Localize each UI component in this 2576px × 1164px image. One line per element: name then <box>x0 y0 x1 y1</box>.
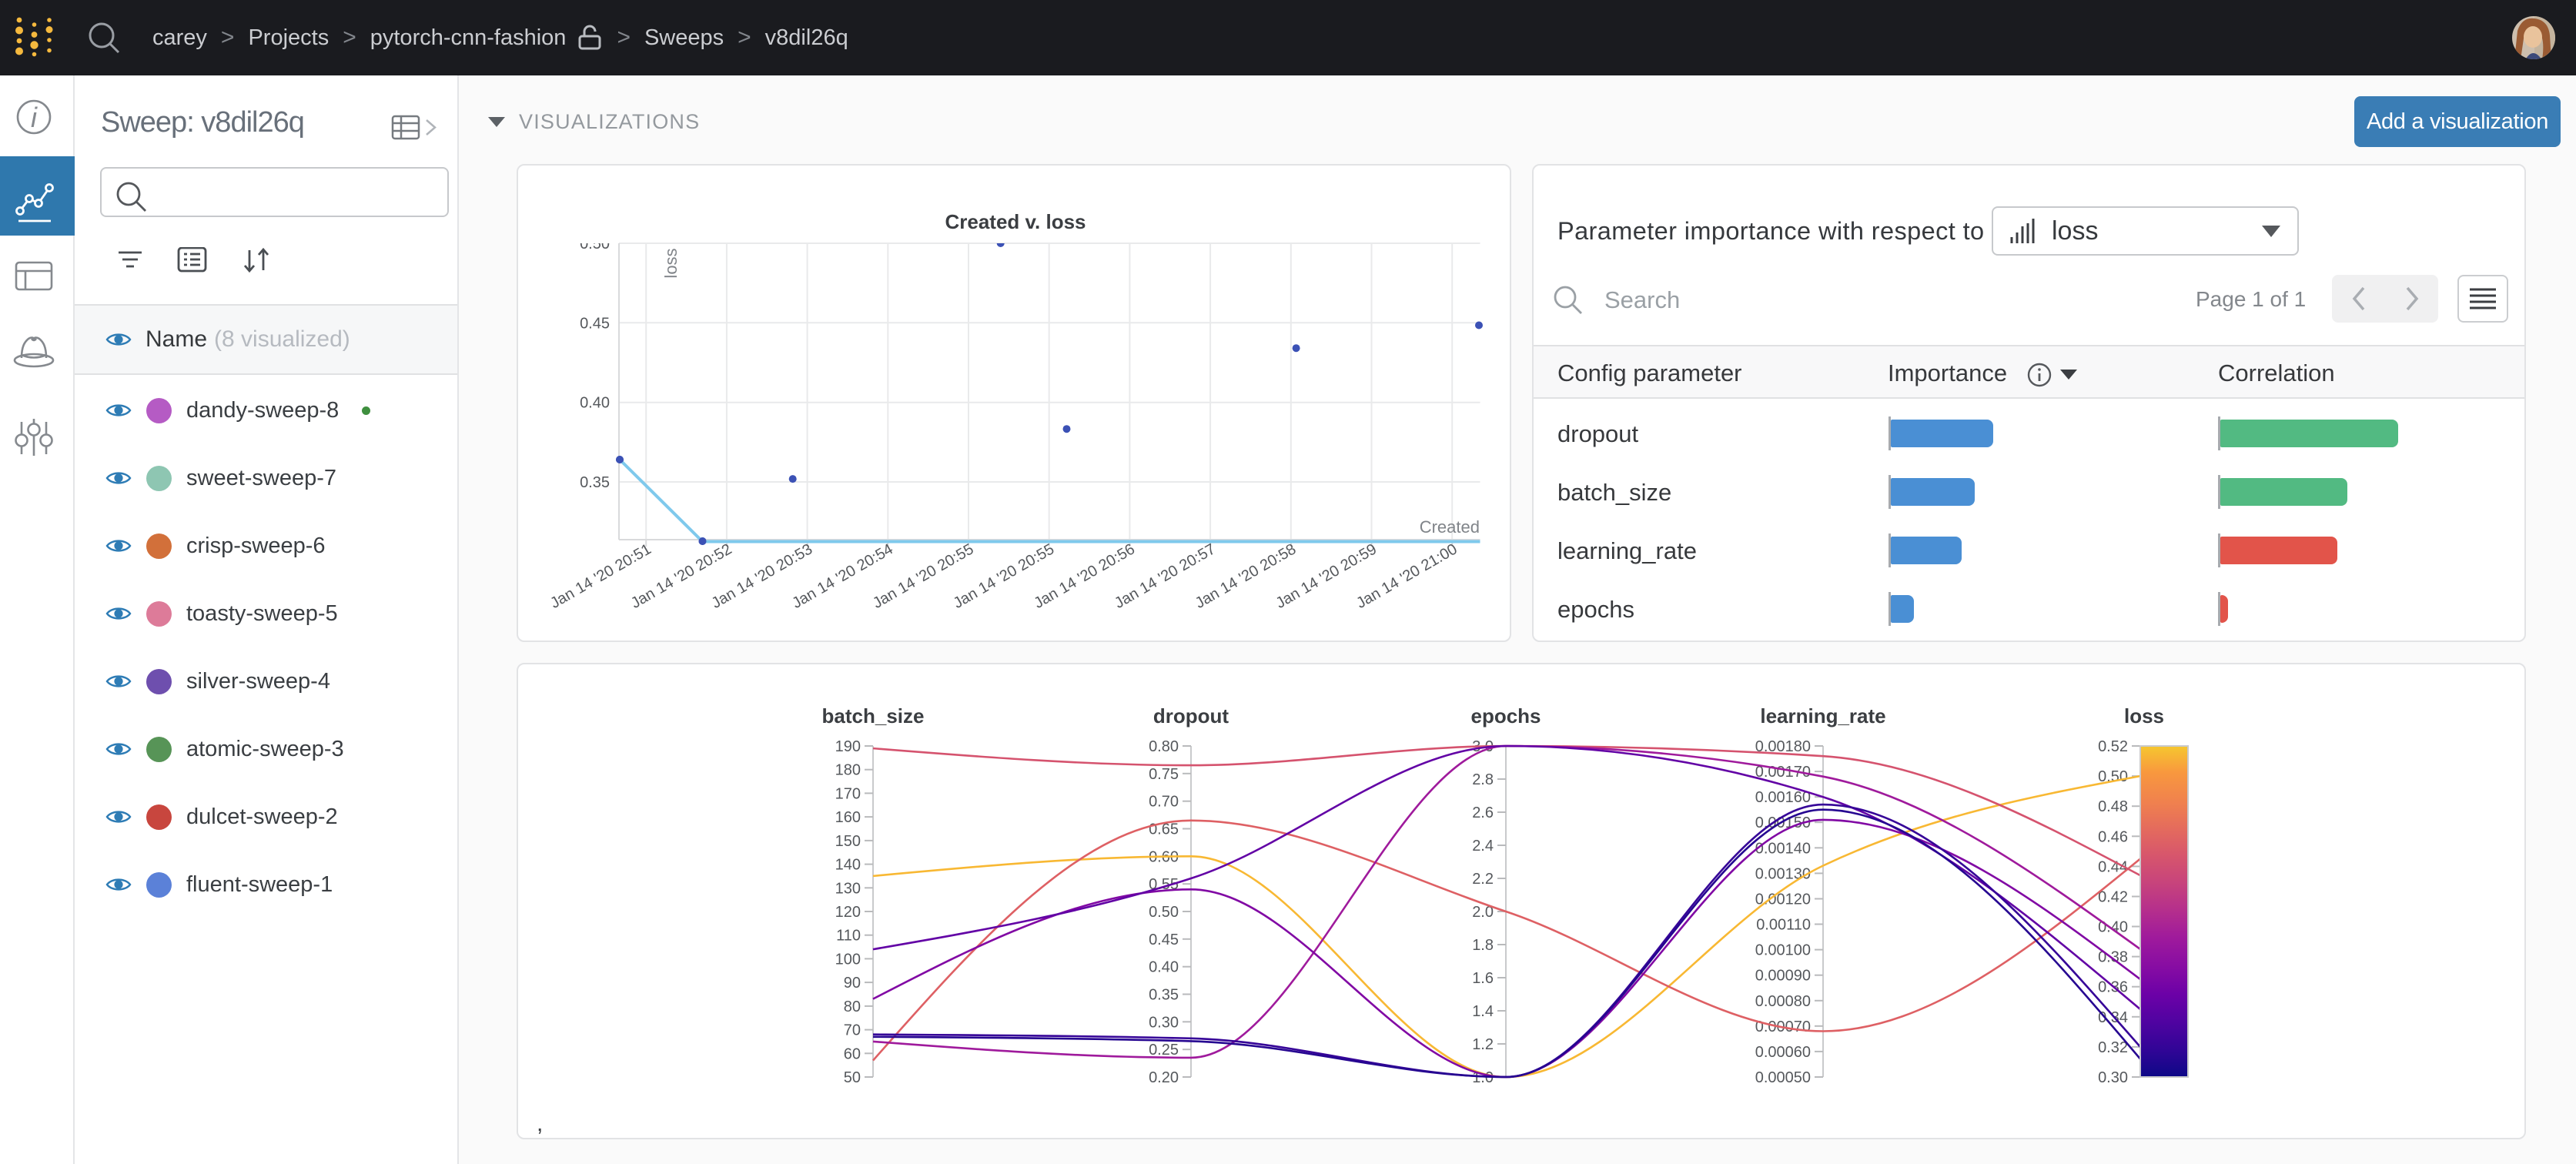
svg-text:70: 70 <box>844 1022 861 1039</box>
svg-text:2.4: 2.4 <box>1472 838 1494 855</box>
svg-text:100: 100 <box>835 951 861 968</box>
svg-text:0.20: 0.20 <box>1149 1069 1179 1086</box>
svg-text:140: 140 <box>835 857 861 874</box>
svg-text:batch_size: batch_size <box>822 704 925 728</box>
svg-text:epochs: epochs <box>1470 704 1541 728</box>
svg-text:0.00060: 0.00060 <box>1755 1044 1811 1061</box>
svg-text:180: 180 <box>835 762 861 779</box>
svg-text:2.6: 2.6 <box>1472 804 1494 821</box>
svg-text:0.52: 0.52 <box>2098 738 2128 755</box>
svg-text:Created v. loss: Created v. loss <box>945 210 1086 233</box>
svg-text:0.80: 0.80 <box>1149 738 1179 755</box>
svg-text:1.6: 1.6 <box>1472 970 1494 987</box>
svg-text:0.00110: 0.00110 <box>1756 917 1811 934</box>
svg-text:0.00160: 0.00160 <box>1755 789 1811 806</box>
svg-text:50: 50 <box>844 1069 861 1086</box>
svg-text:0.48: 0.48 <box>2098 798 2128 815</box>
svg-text:0.34: 0.34 <box>2098 1009 2128 1026</box>
svg-text:0.75: 0.75 <box>1149 766 1179 783</box>
svg-text:150: 150 <box>835 833 861 850</box>
svg-text:1.2: 1.2 <box>1472 1036 1494 1053</box>
svg-text:0.35: 0.35 <box>1149 987 1179 1004</box>
svg-text:0.30: 0.30 <box>2098 1069 2128 1086</box>
svg-text:80: 80 <box>844 998 861 1015</box>
svg-text:160: 160 <box>835 809 861 826</box>
svg-text:0.45: 0.45 <box>1149 932 1179 948</box>
svg-text:0.50: 0.50 <box>1149 904 1179 921</box>
svg-text:1.4: 1.4 <box>1472 1003 1494 1020</box>
svg-text:120: 120 <box>835 904 861 921</box>
svg-text:0.00130: 0.00130 <box>1755 865 1811 882</box>
svg-text:0.30: 0.30 <box>1149 1014 1179 1031</box>
svg-text:0.70: 0.70 <box>1149 794 1179 811</box>
svg-text:0.45: 0.45 <box>580 315 610 332</box>
svg-text:0.00080: 0.00080 <box>1755 993 1811 1010</box>
svg-text:190: 190 <box>835 738 861 755</box>
svg-text:learning_rate: learning_rate <box>1760 704 1885 728</box>
svg-text:130: 130 <box>835 880 861 897</box>
svg-text:1.8: 1.8 <box>1472 937 1494 954</box>
svg-text:loss: loss <box>2124 704 2164 728</box>
svg-text:170: 170 <box>835 785 861 802</box>
svg-text:0.00090: 0.00090 <box>1755 968 1811 985</box>
svg-text:110: 110 <box>836 928 861 945</box>
svg-text:0.35: 0.35 <box>580 474 610 491</box>
svg-text:Created: Created <box>1420 517 1480 537</box>
svg-text:loss: loss <box>661 248 681 278</box>
svg-text:0.42: 0.42 <box>2098 889 2128 906</box>
svg-text:0.00120: 0.00120 <box>1755 891 1811 908</box>
svg-text:0.00100: 0.00100 <box>1755 942 1811 959</box>
svg-text:2.8: 2.8 <box>1472 771 1494 788</box>
svg-text:0.46: 0.46 <box>2098 828 2128 845</box>
svg-text:0.40: 0.40 <box>1149 959 1179 976</box>
svg-text:0.50: 0.50 <box>580 236 610 253</box>
svg-text:0.00050: 0.00050 <box>1755 1069 1811 1086</box>
svg-text:,: , <box>537 1111 543 1136</box>
svg-text:0.32: 0.32 <box>2098 1039 2128 1056</box>
svg-text:60: 60 <box>844 1045 861 1062</box>
svg-text:0.25: 0.25 <box>1149 1042 1179 1059</box>
svg-text:i: i <box>31 102 38 133</box>
svg-text:0.40: 0.40 <box>580 395 610 412</box>
svg-text:90: 90 <box>844 975 861 992</box>
svg-text:dropout: dropout <box>1153 704 1229 728</box>
svg-text:2.2: 2.2 <box>1472 871 1494 888</box>
